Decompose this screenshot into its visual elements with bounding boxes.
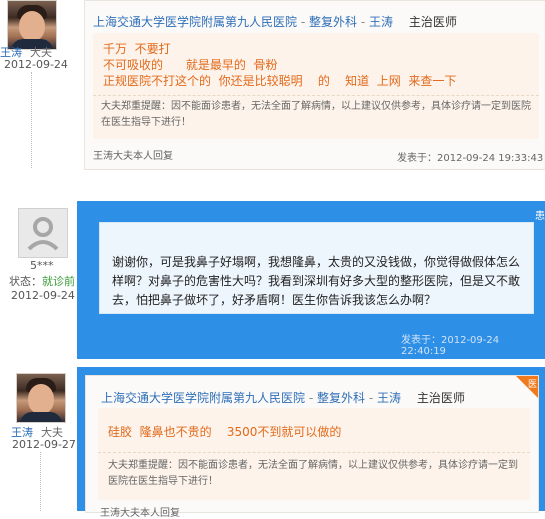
corner-label: 患 [535,211,545,222]
corner-label: 医 [527,380,537,390]
doctor-link[interactable]: 王涛 [369,15,393,29]
reply-line: 硅胶 隆鼻也不贵的 3500不到就可以做的 [108,425,342,439]
reply-header: 上海交通大学医学院附属第九人民医院 - 整复外科 - 王涛 主治医师 [93,13,457,30]
hospital-link[interactable]: 上海交通大学医学院附属第九人民医院 [93,15,297,29]
timeline-divider [40,452,41,511]
avatar-body [20,412,62,422]
separator: - [308,391,317,405]
patient-avatar [18,208,68,258]
patient-name: 5*** [30,259,54,272]
user-silhouette-icon [27,217,59,251]
doctor-title: 主治医师 [416,391,465,405]
question-text: 谢谢你，可是我鼻子好塌啊，我想隆鼻，太贵的又没钱做，你觉得做假体怎么样啊？对鼻子… [112,255,521,307]
separator: - [300,15,309,29]
separator: - [368,391,377,405]
status-label: 状态： [9,275,42,288]
reply-content-box: 千万 不要打 不可吸收的 就是最早的 骨粉 正规医院不打这个的 你还是比较聪明 … [93,33,539,139]
doctor-title: 主治医师 [408,15,457,29]
avatar-face [28,384,54,414]
timeline-divider [31,72,32,168]
question-timestamp: 发表于：2012-09-24 22:40:19 [401,335,500,357]
separator: - [360,15,369,29]
reply-line: 不可吸收的 就是最早的 骨粉 [103,58,278,72]
disclaimer: 大夫郑重提醒：因不能面诊患者，无法全面了解病情，以上建议仅供参考，具体诊疗请一定… [108,460,518,487]
avatar-face [19,11,45,41]
patient-status: 状态：就诊前 [9,273,75,289]
doctor-avatar[interactable] [7,0,57,50]
reply-timestamp: 发表于：2012-09-24 19:33:43 [397,153,544,164]
department-link[interactable]: 整复外科 [309,15,357,29]
doctor-reply-frame: 医 上海交通大学医学院附属第九人民医院 - 整复外科 - 王涛 主治医师 硅胶 … [77,367,545,519]
status-value: 就诊前 [42,275,75,288]
reply-header: 上海交通大学医学院附属第九人民医院 - 整复外科 - 王涛 主治医师 [101,389,465,406]
reply-date: 2012-09-24 [4,58,68,71]
doctor-reply-card: 医 上海交通大学医学院附属第九人民医院 - 整复外科 - 王涛 主治医师 硅胶 … [85,375,539,519]
reply-content-box: 硅胶 隆鼻也不贵的 3500不到就可以做的 大夫郑重提醒：因不能面诊患者，无法全… [98,408,530,500]
disclaimer: 大夫郑重提醒：因不能面诊患者，无法全面了解病情，以上建议仅供参考，具体诊疗请一定… [101,101,531,128]
reply-source: 王涛大夫本人回复 [100,508,180,519]
reply-line: 正规医院不打这个的 你还是比较聪明 的 知道 上网 来查一下 [103,74,457,88]
department-link[interactable]: 整复外科 [317,391,365,405]
tips-divider [98,452,530,453]
doctor-avatar[interactable] [16,373,66,423]
reply-line: 千万 不要打 [103,42,171,56]
question-date: 2012-09-24 [11,289,75,302]
hospital-link[interactable]: 上海交通大学医学院附属第九人民医院 [101,391,305,405]
reply-date: 2012-09-27 [12,438,76,451]
question-bubble: 谢谢你，可是我鼻子好塌啊，我想隆鼻，太贵的又没钱做，你觉得做假体怎么样啊？对鼻子… [99,222,534,314]
doctor-link[interactable]: 王涛 [377,391,401,405]
patient-question-card: 患 谢谢你，可是我鼻子好塌啊，我想隆鼻，太贵的又没钱做，你觉得做假体怎么样啊？对… [77,201,545,359]
reply-source: 王涛大夫本人回复 [93,151,173,162]
tips-divider [93,95,539,96]
doctor-reply-card: 上海交通大学医学院附属第九人民医院 - 整复外科 - 王涛 主治医师 千万 不要… [84,0,545,170]
